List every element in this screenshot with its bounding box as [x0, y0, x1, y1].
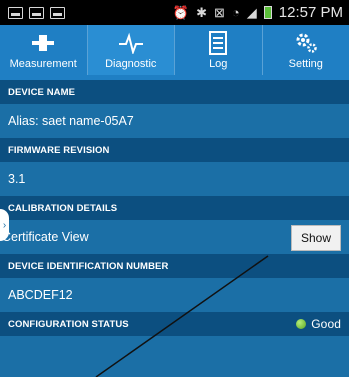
header-label: CONFIGURATION STATUS [8, 318, 129, 330]
header-label: FIRMWARE REVISION [8, 144, 110, 156]
device-name-value: Alias: saet name-05A7 [8, 114, 134, 128]
image-notification-icon [8, 6, 23, 19]
section-header-firmware: FIRMWARE REVISION [0, 138, 349, 162]
section-header-calibration: CALIBRATION DETAILS [0, 196, 349, 220]
status-bar: ⏰ ✱ ⊠ ◔ ◢ 12:57 PM [0, 0, 349, 25]
system-icons: ⏰ ✱ ⊠ ◔ ◢ 12:57 PM [173, 4, 349, 21]
battery-icon [263, 6, 272, 19]
tab-setting[interactable]: Setting [261, 25, 349, 75]
alarm-icon: ⏰ [172, 5, 190, 20]
device-id-row: ABCDEF12 [0, 278, 349, 312]
header-label: DEVICE IDENTIFICATION NUMBER [8, 260, 169, 272]
mail-notification-icon [50, 6, 65, 19]
diagnostic-icon [118, 30, 144, 56]
gear-icon [293, 30, 319, 56]
config-status-value: Good [311, 317, 341, 331]
section-header-device-name: DEVICE NAME [0, 80, 349, 104]
gallery-notification-icon [29, 6, 44, 19]
device-id-value: ABCDEF12 [8, 288, 73, 302]
side-drawer-handle[interactable]: › [0, 209, 9, 241]
calibration-row: Certificate View Show [0, 220, 349, 254]
section-header-device-id: DEVICE IDENTIFICATION NUMBER [0, 254, 349, 278]
config-status: Good [296, 317, 341, 331]
wifi-icon: ◔ [231, 5, 240, 20]
tab-bar: Measurement Diagnostic Log Setting [0, 25, 349, 75]
notification-icons [0, 6, 65, 19]
show-certificate-button[interactable]: Show [291, 225, 341, 251]
bluetooth-icon: ✱ [196, 5, 208, 20]
header-label: CALIBRATION DETAILS [8, 202, 118, 214]
tab-label: Measurement [9, 58, 77, 70]
clock: 12:57 PM [278, 4, 343, 21]
tab-label: Log [209, 58, 228, 70]
tab-measurement[interactable]: Measurement [0, 25, 87, 75]
signal-icon: ◢ [246, 5, 257, 20]
device-name-row: Alias: saet name-05A7 [0, 104, 349, 138]
log-icon [208, 30, 228, 56]
certificate-view-label: Certificate View [2, 230, 89, 244]
diagnostic-panel: DEVICE NAME Alias: saet name-05A7 FIRMWA… [0, 80, 349, 336]
tab-label: Setting [288, 58, 323, 70]
tab-label: Diagnostic [105, 58, 157, 70]
chevron-right-icon: › [2, 219, 7, 231]
tab-log[interactable]: Log [174, 25, 262, 75]
header-label: DEVICE NAME [8, 86, 76, 98]
nfc-icon: ⊠ [214, 5, 225, 20]
firmware-row: 3.1 [0, 162, 349, 196]
tab-diagnostic[interactable]: Diagnostic [86, 25, 174, 75]
status-dot-icon [296, 319, 307, 329]
section-header-config-status: CONFIGURATION STATUS Good [0, 312, 349, 336]
measurement-icon [30, 30, 56, 56]
firmware-value: 3.1 [8, 172, 26, 186]
